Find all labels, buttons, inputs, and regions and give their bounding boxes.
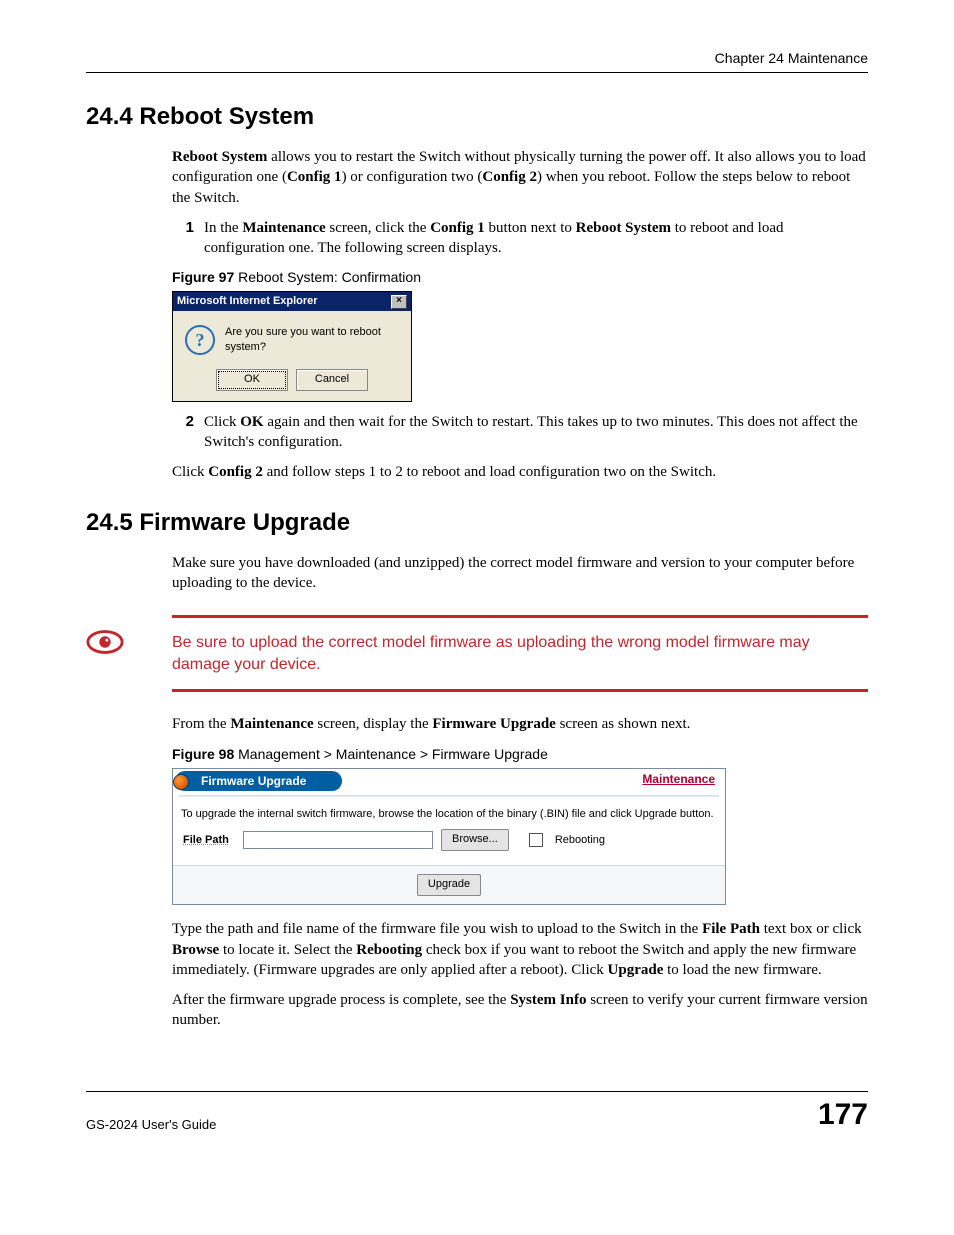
step-1: 1 In the Maintenance screen, click the C… [172, 218, 868, 259]
dialog-message: Are you sure you want to reboot system? [225, 325, 403, 355]
ok-button[interactable]: OK [216, 369, 288, 391]
reboot-intro: Reboot System allows you to restart the … [172, 147, 868, 208]
question-icon: ? [185, 325, 215, 355]
page-footer: GS-2024 User's Guide 177 [86, 1091, 868, 1132]
panel-tab: Firmware Upgrade [175, 771, 342, 791]
figure-97-caption: Figure 97 Reboot System: Confirmation [172, 268, 868, 287]
page-number: 177 [818, 1098, 868, 1132]
upgrade-instructions: To upgrade the internal switch firmware,… [179, 807, 719, 822]
footer-guide: GS-2024 User's Guide [86, 1117, 216, 1132]
maintenance-link[interactable]: Maintenance [642, 771, 715, 787]
cancel-button[interactable]: Cancel [296, 369, 368, 391]
firmware-verify: After the firmware upgrade process is co… [172, 990, 868, 1031]
close-icon[interactable]: × [391, 295, 407, 309]
file-path-input[interactable] [243, 831, 433, 849]
warning-text: Be sure to upload the correct model firm… [172, 615, 868, 692]
section-24-5-title: 24.5 Firmware Upgrade [86, 509, 868, 537]
firmware-intro: Make sure you have downloaded (and unzip… [172, 553, 868, 594]
dialog-title-text: Microsoft Internet Explorer [177, 294, 318, 309]
eye-icon [86, 629, 124, 655]
divider [179, 795, 719, 797]
rebooting-checkbox[interactable] [529, 833, 543, 847]
browse-button[interactable]: Browse... [441, 829, 509, 851]
firmware-instructions: Type the path and file name of the firmw… [172, 919, 868, 980]
page-header: Chapter 24 Maintenance [86, 50, 868, 73]
rebooting-label: Rebooting [555, 833, 605, 848]
warning-callout: Be sure to upload the correct model firm… [86, 615, 868, 692]
section-24-4-title: 24.4 Reboot System [86, 103, 868, 131]
config2-note: Click Config 2 and follow steps 1 to 2 t… [172, 462, 868, 482]
figure-98-caption: Figure 98 Management > Maintenance > Fir… [172, 745, 868, 764]
confirm-dialog: Microsoft Internet Explorer × ? Are you … [172, 291, 412, 402]
dialog-titlebar: Microsoft Internet Explorer × [173, 292, 411, 311]
firmware-upgrade-panel: Firmware Upgrade Maintenance To upgrade … [172, 768, 726, 906]
step-2: 2 Click OK again and then wait for the S… [172, 412, 868, 453]
upgrade-button[interactable]: Upgrade [417, 874, 481, 896]
step-number: 1 [172, 218, 194, 238]
step-number: 2 [172, 412, 194, 432]
reboot-system-term: Reboot System [172, 149, 267, 165]
firmware-nav: From the Maintenance screen, display the… [172, 714, 868, 734]
file-path-label: File Path [183, 833, 235, 848]
